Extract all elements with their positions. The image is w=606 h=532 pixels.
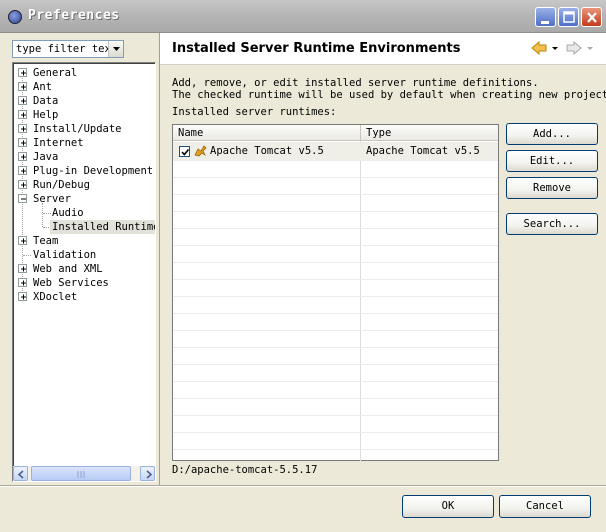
filter-dropdown-button[interactable] <box>108 41 123 57</box>
expand-icon[interactable] <box>18 138 27 147</box>
page-title: Installed Server Runtime Environments <box>172 41 461 56</box>
page-description: Add, remove, or edit installed server ru… <box>172 77 606 101</box>
close-button[interactable] <box>581 7 602 27</box>
runtime-checkbox[interactable] <box>179 146 190 157</box>
expand-icon[interactable] <box>18 292 27 301</box>
description-line: The checked runtime will be used by defa… <box>172 89 606 101</box>
expand-icon[interactable] <box>18 264 27 273</box>
expand-icon[interactable] <box>18 96 27 105</box>
selected-runtime-path: D:/apache-tomcat-5.5.17 <box>172 464 318 476</box>
expand-icon[interactable] <box>18 82 27 91</box>
cancel-button[interactable]: Cancel <box>499 495 591 518</box>
expand-icon[interactable] <box>18 152 27 161</box>
scroll-right-button[interactable] <box>140 466 155 481</box>
tree-item-audio[interactable]: Audio <box>52 206 84 220</box>
edit-button[interactable]: Edit... <box>506 150 598 172</box>
minimize-icon <box>541 21 549 24</box>
tree-item-installed-runtime[interactable]: Installed Runtime <box>50 220 155 234</box>
maximize-icon <box>563 11 575 23</box>
scroll-left-icon <box>17 470 24 479</box>
expand-icon[interactable] <box>18 68 27 77</box>
column-header-name[interactable]: Name <box>173 125 361 141</box>
collapse-icon[interactable] <box>18 194 27 203</box>
back-arrow-icon <box>531 40 558 56</box>
expand-icon[interactable] <box>18 124 27 133</box>
tree-connector <box>23 255 31 257</box>
preferences-tree[interactable]: General Ant Data Help Install/Update Int… <box>12 62 156 482</box>
expand-icon[interactable] <box>18 110 27 119</box>
ok-button[interactable]: OK <box>402 495 494 518</box>
add-button[interactable]: Add... <box>506 123 598 145</box>
eclipse-icon <box>8 10 22 24</box>
scroll-right-icon <box>146 470 153 479</box>
remove-button[interactable]: Remove <box>506 177 598 199</box>
expand-icon[interactable] <box>18 278 27 287</box>
bottom-separator <box>0 485 606 487</box>
row-name: Apache Tomcat v5.5 <box>210 145 324 157</box>
checkbox-checked-icon <box>181 148 190 156</box>
pane-divider[interactable] <box>159 33 160 485</box>
expand-icon[interactable] <box>18 236 27 245</box>
expand-icon[interactable] <box>18 180 27 189</box>
column-header-type[interactable]: Type <box>361 125 498 141</box>
expand-icon[interactable] <box>18 166 27 175</box>
row-type: Apache Tomcat v5.5 <box>366 145 480 157</box>
table-row[interactable]: Apache Tomcat v5.5 Apache Tomcat v5.5 <box>173 142 498 160</box>
table-header: Name Type <box>173 125 498 141</box>
scroll-left-button[interactable] <box>13 466 28 481</box>
runtimes-list-label: Installed server runtimes: <box>172 106 337 118</box>
tree-horizontal-scrollbar[interactable] <box>13 466 155 481</box>
scroll-thumb[interactable] <box>31 466 131 481</box>
search-button[interactable]: Search... <box>506 213 598 235</box>
tree-connector <box>42 203 44 227</box>
tomcat-icon <box>194 145 207 157</box>
description-line: Add, remove, or edit installed server ru… <box>172 77 539 89</box>
close-icon <box>587 12 597 23</box>
minimize-button[interactable] <box>535 7 556 27</box>
title-bar[interactable]: Preferences <box>0 0 606 33</box>
window-title: Preferences <box>28 8 120 23</box>
column-divider <box>360 141 361 461</box>
back-button[interactable] <box>530 40 560 61</box>
page-header: Installed Server Runtime Environments <box>160 33 606 65</box>
dropdown-arrow-icon <box>113 47 120 51</box>
maximize-button[interactable] <box>558 7 579 27</box>
tree-connector <box>43 213 51 215</box>
runtimes-table[interactable]: Name Type Apache Tomcat v5.5 Apache Tomc… <box>172 124 499 461</box>
forward-button[interactable] <box>565 40 595 61</box>
forward-arrow-icon <box>566 40 593 56</box>
